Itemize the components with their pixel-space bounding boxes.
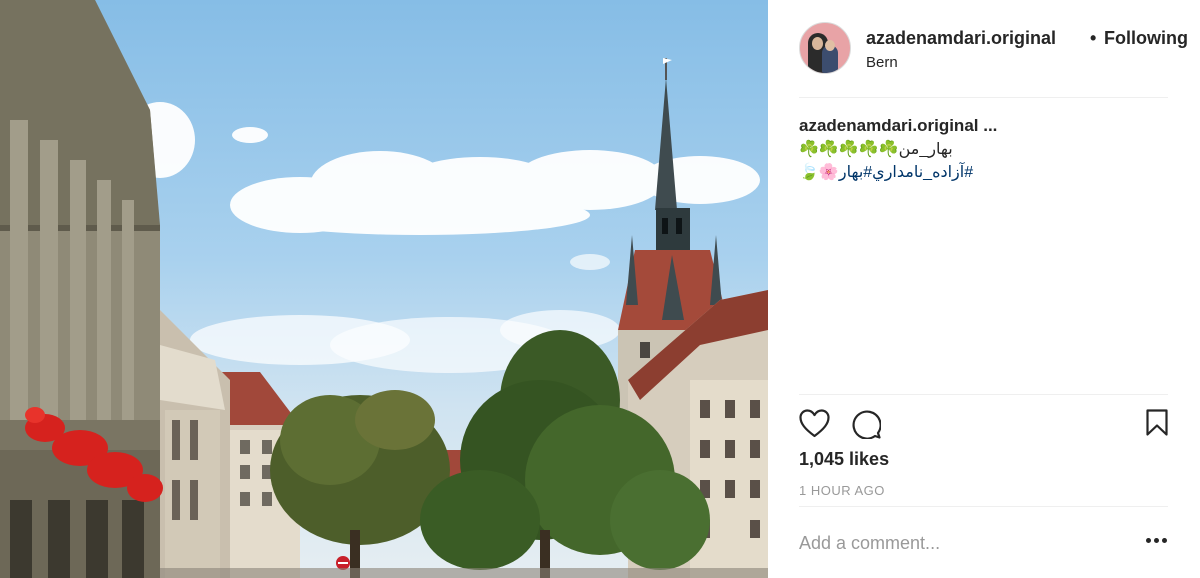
post-caption: azadenamdari.original ... بهار_من☘️☘️☘️☘… [799,116,1168,184]
post-details-panel: azadenamdari.original • Following Bern a… [768,0,1200,578]
post-photo[interactable] [0,0,768,578]
following-button[interactable]: Following [1104,28,1188,49]
location-link[interactable]: Bern [866,54,898,71]
heart-icon[interactable] [799,409,830,438]
avatar-face [812,37,823,50]
caption-username[interactable]: azadenamdari.original ... [799,116,1168,136]
caption-text: بهار_من☘️☘️☘️☘️☘️ [799,141,953,158]
action-bar [799,394,1168,452]
post-timestamp[interactable]: 1 HOUR AGO [799,483,885,498]
comment-icon[interactable] [851,409,881,439]
username-link[interactable]: azadenamdari.original [866,28,1056,49]
caption-hashtags[interactable]: #آزاده_نامداري#بهار🌸🍃 [799,161,1168,184]
bookmark-icon[interactable] [1146,409,1168,436]
post-header: azadenamdari.original • Following Bern [799,20,1188,98]
comment-bar [799,506,1168,578]
likes-count[interactable]: 1,045 likes [799,449,889,470]
more-icon[interactable] [1146,537,1168,545]
avatar[interactable] [799,22,851,74]
comment-input[interactable] [799,529,1119,557]
avatar-face-child [825,40,835,51]
photo-scene [0,0,768,578]
separator-dot: • [1090,28,1097,48]
